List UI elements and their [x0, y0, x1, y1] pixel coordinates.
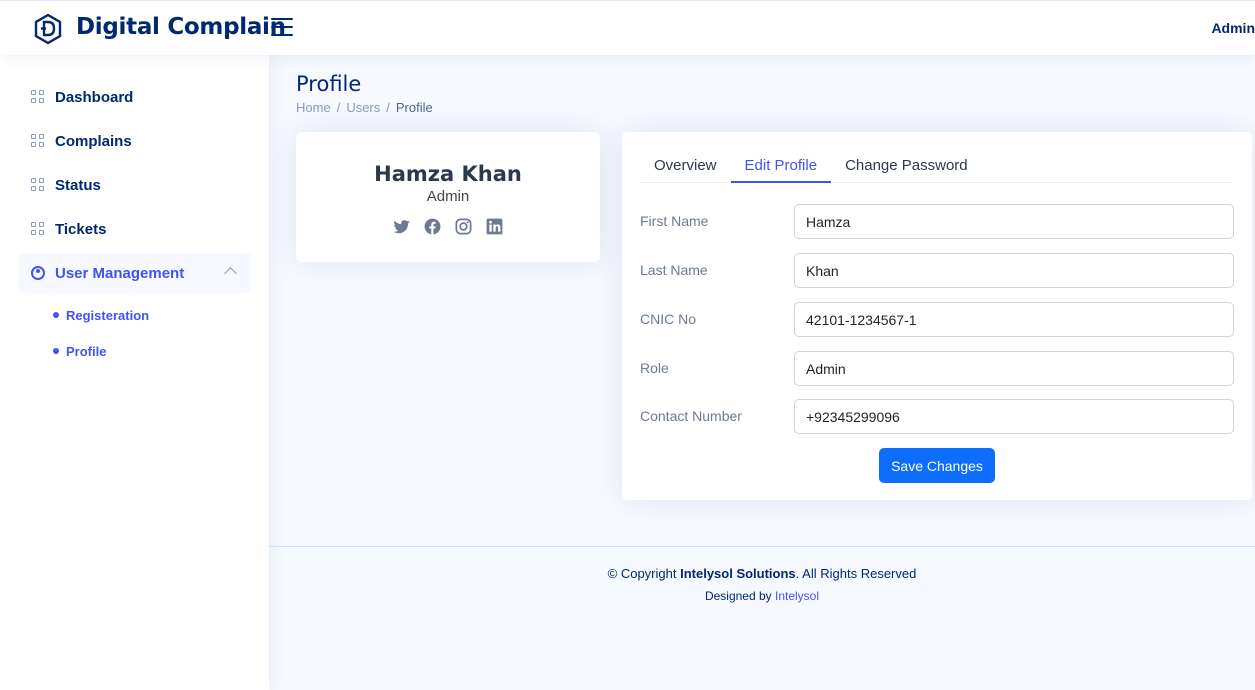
breadcrumb-separator: / — [336, 100, 341, 115]
facebook-icon[interactable] — [423, 217, 442, 236]
company-name: Intelysol Solutions — [680, 566, 796, 581]
top-header: Digital Complain Admin — [0, 0, 1255, 55]
sidebar-item-label: Dashboard — [55, 88, 134, 106]
breadcrumb-home[interactable]: Home — [296, 100, 331, 115]
breadcrumb: Home / Users / Profile — [296, 100, 433, 115]
cnic-field[interactable] — [794, 302, 1234, 337]
twitter-icon[interactable] — [392, 217, 411, 236]
brand-name[interactable]: Digital Complain — [76, 14, 286, 40]
form-row-cnic: CNIC No — [640, 302, 1234, 337]
person-circle-icon — [31, 266, 45, 280]
tab-edit-profile[interactable]: Edit Profile — [730, 149, 832, 183]
contact-number-field[interactable] — [794, 399, 1234, 434]
grid-icon — [31, 178, 45, 192]
grid-icon — [31, 90, 45, 104]
page-title: Profile — [296, 72, 362, 96]
breadcrumb-separator: / — [386, 100, 390, 115]
profile-card: Hamza Khan Admin — [296, 132, 600, 262]
breadcrumb-current: Profile — [395, 100, 433, 115]
tab-change-password[interactable]: Change Password — [831, 149, 982, 183]
tab-overview[interactable]: Overview — [640, 149, 731, 183]
social-links — [296, 217, 600, 236]
sidebar-toggle-icon[interactable] — [271, 18, 293, 38]
logo-icon[interactable] — [33, 13, 63, 45]
sidebar-subitem-label: Profile — [66, 343, 107, 359]
sidebar-item-label: Complains — [55, 132, 132, 150]
last-name-label: Last Name — [640, 262, 708, 278]
sidebar-item-dashboard[interactable]: Dashboard — [18, 77, 251, 117]
sidebar-subitem-registeration[interactable]: Registeration — [18, 297, 251, 333]
designed-by-text: Designed by Intelysol — [269, 589, 1255, 603]
copyright-suffix: . All Rights Reserved — [795, 566, 917, 581]
role-field[interactable] — [794, 351, 1234, 386]
form-row-last-name: Last Name — [640, 253, 1234, 288]
form-row-first-name: First Name — [640, 204, 1234, 239]
edit-profile-card: Overview Edit Profile Change Password Fi… — [622, 132, 1252, 500]
breadcrumb-users[interactable]: Users — [346, 100, 380, 115]
save-changes-button[interactable]: Save Changes — [879, 448, 995, 483]
role-label: Role — [640, 360, 669, 376]
copyright-prefix: © Copyright — [607, 566, 681, 581]
sidebar-item-tickets[interactable]: Tickets — [18, 209, 251, 249]
bullet-icon — [53, 348, 59, 354]
sidebar-item-label: User Management — [55, 264, 185, 282]
first-name-field[interactable] — [794, 204, 1234, 239]
sidebar-subitem-profile[interactable]: Profile — [18, 333, 251, 369]
cnic-label: CNIC No — [640, 311, 697, 327]
form-row-role: Role — [640, 351, 1234, 386]
profile-name: Hamza Khan — [374, 162, 522, 186]
form-row-contact: Contact Number — [640, 399, 1234, 434]
sidebar-item-user-management[interactable]: User Management — [18, 253, 251, 293]
contact-number-label: Contact Number — [640, 408, 742, 424]
sidebar-item-label: Status — [55, 176, 101, 194]
sidebar-item-status[interactable]: Status — [18, 165, 251, 205]
sidebar-subitem-label: Registeration — [66, 307, 150, 323]
bullet-icon — [53, 312, 59, 318]
user-menu[interactable]: Admin — [1211, 20, 1255, 36]
sidebar-item-complains[interactable]: Complains — [18, 121, 251, 161]
footer: © Copyright Intelysol Solutions. All Rig… — [269, 546, 1255, 690]
chevron-up-icon[interactable] — [224, 267, 237, 280]
grid-icon — [31, 134, 45, 148]
sidebar: Dashboard Complains Status Tickets User … — [0, 55, 269, 690]
profile-role: Admin — [426, 188, 470, 205]
sidebar-item-label: Tickets — [55, 220, 107, 238]
grid-icon — [31, 222, 45, 236]
last-name-field[interactable] — [794, 253, 1234, 288]
designed-prefix: Designed by — [704, 589, 775, 603]
copyright-text: © Copyright Intelysol Solutions. All Rig… — [269, 566, 1255, 581]
instagram-icon[interactable] — [454, 217, 473, 236]
linkedin-icon[interactable] — [485, 217, 504, 236]
first-name-label: First Name — [640, 213, 709, 229]
profile-tabs: Overview Edit Profile Change Password — [640, 149, 1233, 183]
designer-link[interactable]: Intelysol — [775, 589, 819, 603]
